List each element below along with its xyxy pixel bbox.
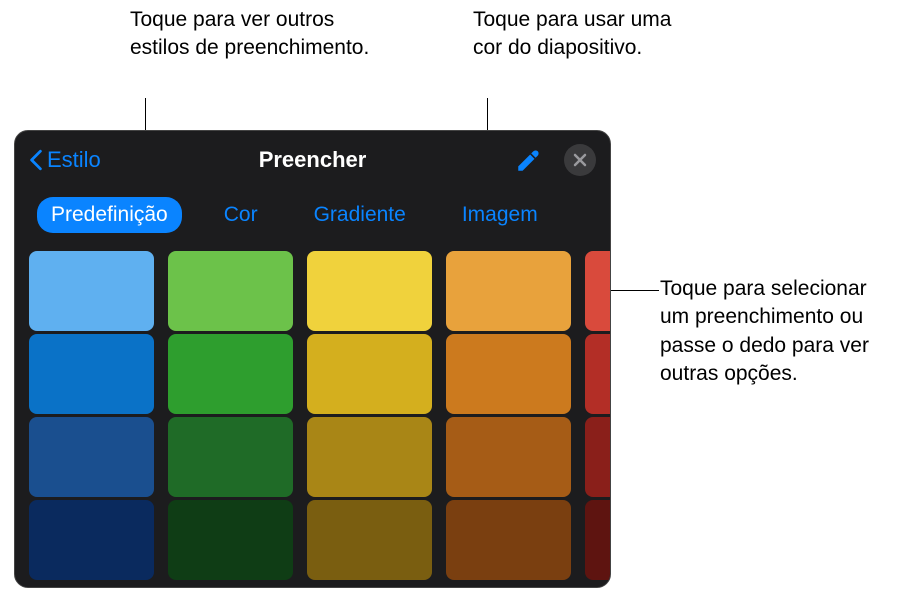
color-swatch[interactable] [585, 500, 610, 580]
color-swatch[interactable] [29, 334, 154, 414]
eyedropper-button[interactable] [512, 145, 544, 177]
swatch-column [585, 251, 610, 580]
color-swatch[interactable] [168, 251, 293, 331]
color-swatch[interactable] [585, 417, 610, 497]
callout-eyedropper: Toque para usar uma cor do diapositivo. [473, 6, 693, 63]
callout-styles: Toque para ver outros estilos de preench… [130, 6, 380, 63]
tab-gradient[interactable]: Gradiente [300, 197, 420, 233]
panel-title: Preencher [259, 147, 367, 173]
color-swatch[interactable] [446, 251, 571, 331]
color-swatches-grid[interactable] [15, 251, 610, 580]
close-button[interactable] [564, 144, 596, 176]
back-label: Estilo [47, 147, 101, 173]
color-swatch[interactable] [446, 500, 571, 580]
close-icon [573, 153, 587, 167]
panel-header: Estilo Preencher [15, 131, 610, 189]
swatch-column [307, 251, 432, 580]
color-swatch[interactable] [29, 500, 154, 580]
color-swatch[interactable] [168, 334, 293, 414]
callout-select: Toque para selecionar um preenchimento o… [660, 275, 890, 388]
color-swatch[interactable] [585, 251, 610, 331]
tab-preset[interactable]: Predefinição [37, 197, 182, 233]
eyedropper-icon [515, 148, 541, 174]
swatch-column [446, 251, 571, 580]
color-swatch[interactable] [307, 334, 432, 414]
color-swatch[interactable] [168, 417, 293, 497]
color-swatch[interactable] [29, 417, 154, 497]
color-swatch[interactable] [446, 334, 571, 414]
swatch-column [29, 251, 154, 580]
tab-image[interactable]: Imagem [448, 197, 552, 233]
color-swatch[interactable] [168, 500, 293, 580]
fill-panel: Estilo Preencher Predefinição Cor Gradie… [14, 130, 611, 588]
color-swatch[interactable] [307, 251, 432, 331]
fill-tabs: Predefinição Cor Gradiente Imagem [15, 189, 610, 251]
color-swatch[interactable] [29, 251, 154, 331]
chevron-left-icon [29, 149, 43, 171]
swatch-column [168, 251, 293, 580]
color-swatch[interactable] [307, 500, 432, 580]
color-swatch[interactable] [585, 334, 610, 414]
color-swatch[interactable] [446, 417, 571, 497]
back-button[interactable]: Estilo [29, 147, 101, 173]
color-swatch[interactable] [307, 417, 432, 497]
tab-color[interactable]: Cor [210, 197, 272, 233]
